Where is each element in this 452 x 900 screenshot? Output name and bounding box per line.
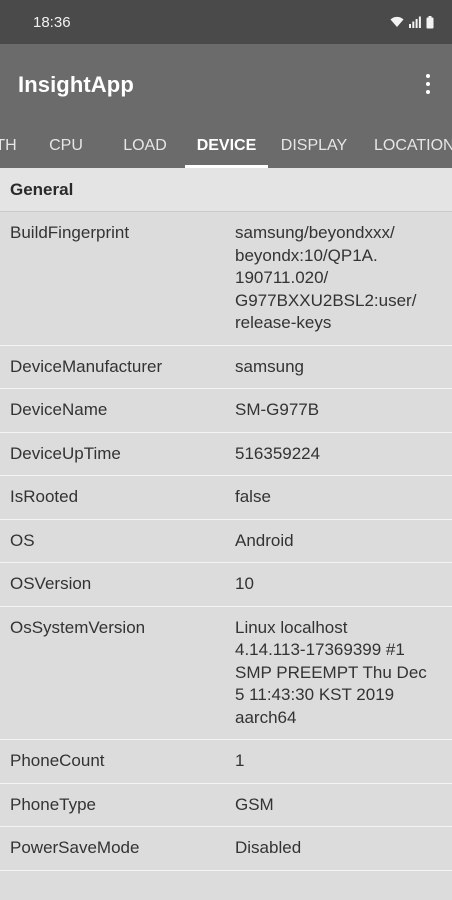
tab-device[interactable]: DEVICE [185, 124, 268, 168]
info-value: samsung [225, 346, 440, 389]
info-row: DeviceManufacturer samsung [0, 345, 452, 389]
info-row: PowerSaveMode Disabled [0, 827, 452, 871]
info-row: DeviceName SM-G977B [0, 389, 452, 433]
info-value-line: Linux localhost [235, 617, 348, 637]
tab-cpu[interactable]: CPU [28, 124, 104, 168]
info-row: OS Android [0, 519, 452, 563]
more-vert-icon[interactable] [416, 70, 440, 98]
info-value-line: 190711.020/ [235, 268, 329, 287]
info-value-line: 516359224 [235, 443, 321, 463]
info-value-line: 4.14.113-17369399 #1 [235, 640, 405, 659]
info-value-line: samsung/beyondxxx/ [235, 223, 395, 242]
info-value-line: beyondx:10/QP1A. [235, 245, 378, 265]
info-key: PowerSaveMode [10, 838, 140, 857]
info-value: Linux localhost 4.14.113-17369399 #1 SMP P… [225, 607, 440, 740]
status-time: 18:36 [33, 13, 71, 31]
info-key: OSVersion [10, 574, 92, 593]
info-value-line: Android [235, 530, 294, 550]
app-title: InsightApp [18, 72, 134, 97]
info-value-line: release-keys [235, 313, 332, 332]
tab-th[interactable]: TH [0, 124, 26, 168]
status-bar: 18:36 [0, 0, 452, 44]
info-value: false [225, 476, 440, 519]
app-bar: InsightApp [0, 44, 452, 124]
info-key: IsRooted [10, 487, 79, 506]
info-row: IsRooted false [0, 476, 452, 520]
info-value: Disabled [225, 827, 440, 870]
info-value-line: false [235, 487, 271, 506]
signal-icon [409, 16, 421, 28]
info-key: DeviceName [10, 400, 108, 419]
battery-icon [426, 15, 434, 28]
info-value-line: 5 11:43:30 KST 2019 [235, 685, 395, 704]
info-key: PhoneCount [10, 751, 105, 770]
info-value-line: Disabled [235, 838, 302, 857]
info-value-line: GSM [235, 794, 274, 814]
info-row: DeviceUpTime 516359224 [0, 432, 452, 476]
tab-load[interactable]: LOAD [106, 124, 184, 168]
wifi-icon [390, 16, 404, 27]
info-value-line: SMP PREEMPT Thu Dec [235, 662, 427, 682]
info-key: BuildFingerprint [10, 223, 130, 242]
info-value-line: samsung [235, 356, 304, 376]
info-value: 10 [225, 563, 440, 606]
info-value: SM-G977B [225, 389, 440, 432]
info-value: Android [225, 520, 440, 563]
info-row: BuildFingerprint samsung/beyondxxx/beyond… [0, 212, 452, 346]
info-row: OsSystemVersion Linux localhost 4.14.113-1… [0, 606, 452, 740]
info-value: 516359224 [225, 433, 440, 476]
info-value-line: aarch64 [235, 707, 297, 727]
info-key: PhoneType [10, 794, 97, 814]
info-row: PhoneCount 1 [0, 740, 452, 784]
info-value: samsung/beyondxxx/beyondx:10/QP1A. 190711… [225, 212, 440, 345]
tab-bar: TH CPU LOAD DEVICE DISPLAY LOCATION [0, 124, 452, 168]
info-key: OS [10, 530, 35, 550]
tab-display[interactable]: DISPLAY [270, 124, 358, 168]
info-row: PhoneType GSM [0, 783, 452, 827]
section-header-general: General [0, 168, 452, 212]
status-icons [390, 15, 434, 29]
info-value: 1 [225, 740, 440, 783]
info-key: DeviceUpTime [10, 443, 121, 463]
info-key: OsSystemVersion [10, 617, 146, 637]
info-row: OSVersion 10 [0, 563, 452, 607]
info-value-line: G977BXXU2BSL2:user/ [235, 290, 417, 310]
info-key: DeviceManufacturer [10, 356, 163, 376]
tab-location[interactable]: LOCATION [364, 124, 452, 168]
info-value-line: 10 [235, 574, 254, 593]
info-value-line: 1 [235, 751, 245, 770]
device-info-list[interactable]: General BuildFingerprint samsung/beyondxx… [0, 168, 452, 900]
info-value-line: SM-G977B [235, 400, 320, 419]
info-value: GSM [225, 784, 440, 827]
